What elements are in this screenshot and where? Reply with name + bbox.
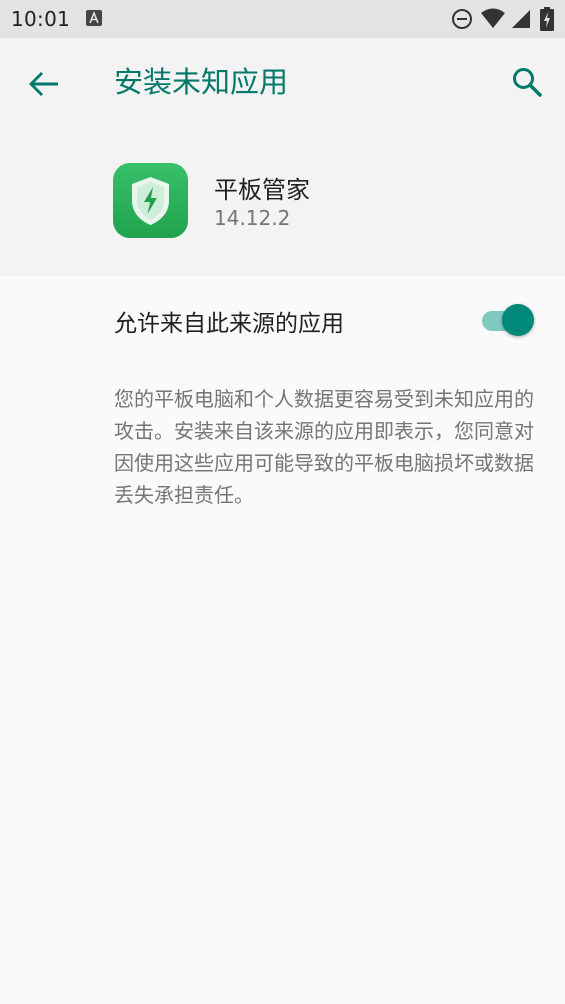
allow-source-label: 允许来自此来源的应用 — [114, 311, 344, 337]
battery-charging-icon — [540, 7, 554, 31]
shield-lightning-icon — [113, 163, 188, 238]
page-title: 安装未知应用 — [114, 65, 289, 99]
back-button[interactable] — [22, 62, 66, 106]
wifi-icon — [481, 8, 505, 28]
warning-description: 您的平板电脑和个人数据更容易受到未知应用的攻击。安装来自该来源的应用即表示，您同… — [114, 387, 534, 507]
arrow-back-icon — [29, 72, 58, 96]
allow-source-setting-row[interactable]: 允许来自此来源的应用 — [0, 276, 565, 362]
app-version: 14.12.2 — [214, 206, 291, 230]
allow-source-toggle[interactable] — [480, 302, 536, 336]
app-bar: 安装未知应用 — [0, 38, 565, 126]
cell-signal-icon — [512, 10, 530, 28]
toggle-thumb — [502, 304, 534, 336]
app-header: 平板管家 14.12.2 — [0, 126, 565, 276]
app-name: 平板管家 — [214, 176, 310, 204]
status-bar: 10:01 — [0, 0, 565, 38]
search-button[interactable] — [505, 60, 549, 104]
screen: 10:01 安装未知应用 平板管家 14.12.2 允许来自此来源的应用 您的平… — [0, 0, 565, 1004]
do-not-disturb-icon — [452, 9, 472, 29]
search-icon — [513, 68, 542, 97]
a-notification-icon — [86, 10, 102, 26]
status-time: 10:01 — [11, 7, 71, 31]
